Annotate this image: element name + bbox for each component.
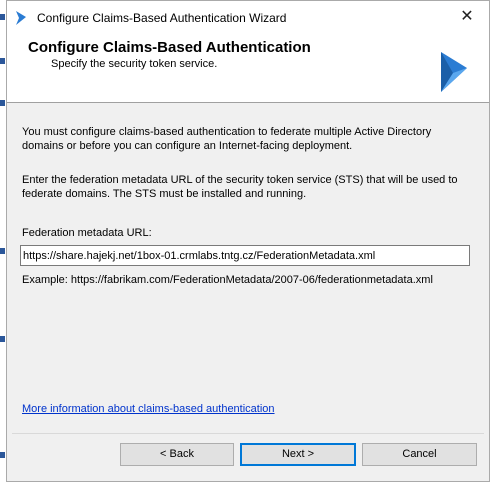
background-marker: [0, 58, 5, 64]
wizard-header: Configure Claims-Based Authentication Sp…: [7, 33, 489, 103]
close-button[interactable]: ✕: [445, 1, 489, 32]
intro-text: You must configure claims-based authenti…: [22, 126, 432, 152]
title-bar[interactable]: Configure Claims-Based Authentication Wi…: [7, 1, 489, 33]
page-title: Configure Claims-Based Authentication: [28, 39, 311, 56]
more-info-link[interactable]: More information about claims-based auth…: [22, 403, 275, 415]
background-marker: [0, 336, 5, 342]
dynamics-logo-icon: [441, 52, 467, 92]
dynamics-app-icon: [16, 11, 26, 25]
window-title: Configure Claims-Based Authentication Wi…: [37, 11, 287, 25]
button-separator: [12, 433, 484, 434]
cancel-button[interactable]: Cancel: [362, 443, 477, 466]
back-button[interactable]: < Back: [120, 443, 234, 466]
federation-url-label: Federation metadata URL:: [22, 227, 152, 239]
background-marker: [0, 452, 5, 458]
background-marker: [0, 100, 5, 106]
background-marker: [0, 14, 5, 20]
wizard-window: Configure Claims-Based Authentication Wi…: [6, 0, 490, 482]
next-button[interactable]: Next >: [240, 443, 356, 466]
example-text: Example: https://fabrikam.com/Federation…: [22, 274, 433, 286]
page-subtitle: Specify the security token service.: [51, 58, 218, 70]
background-marker: [0, 248, 5, 254]
instructions-text: Enter the federation metadata URL of the…: [22, 174, 458, 200]
federation-url-input[interactable]: [20, 245, 470, 266]
